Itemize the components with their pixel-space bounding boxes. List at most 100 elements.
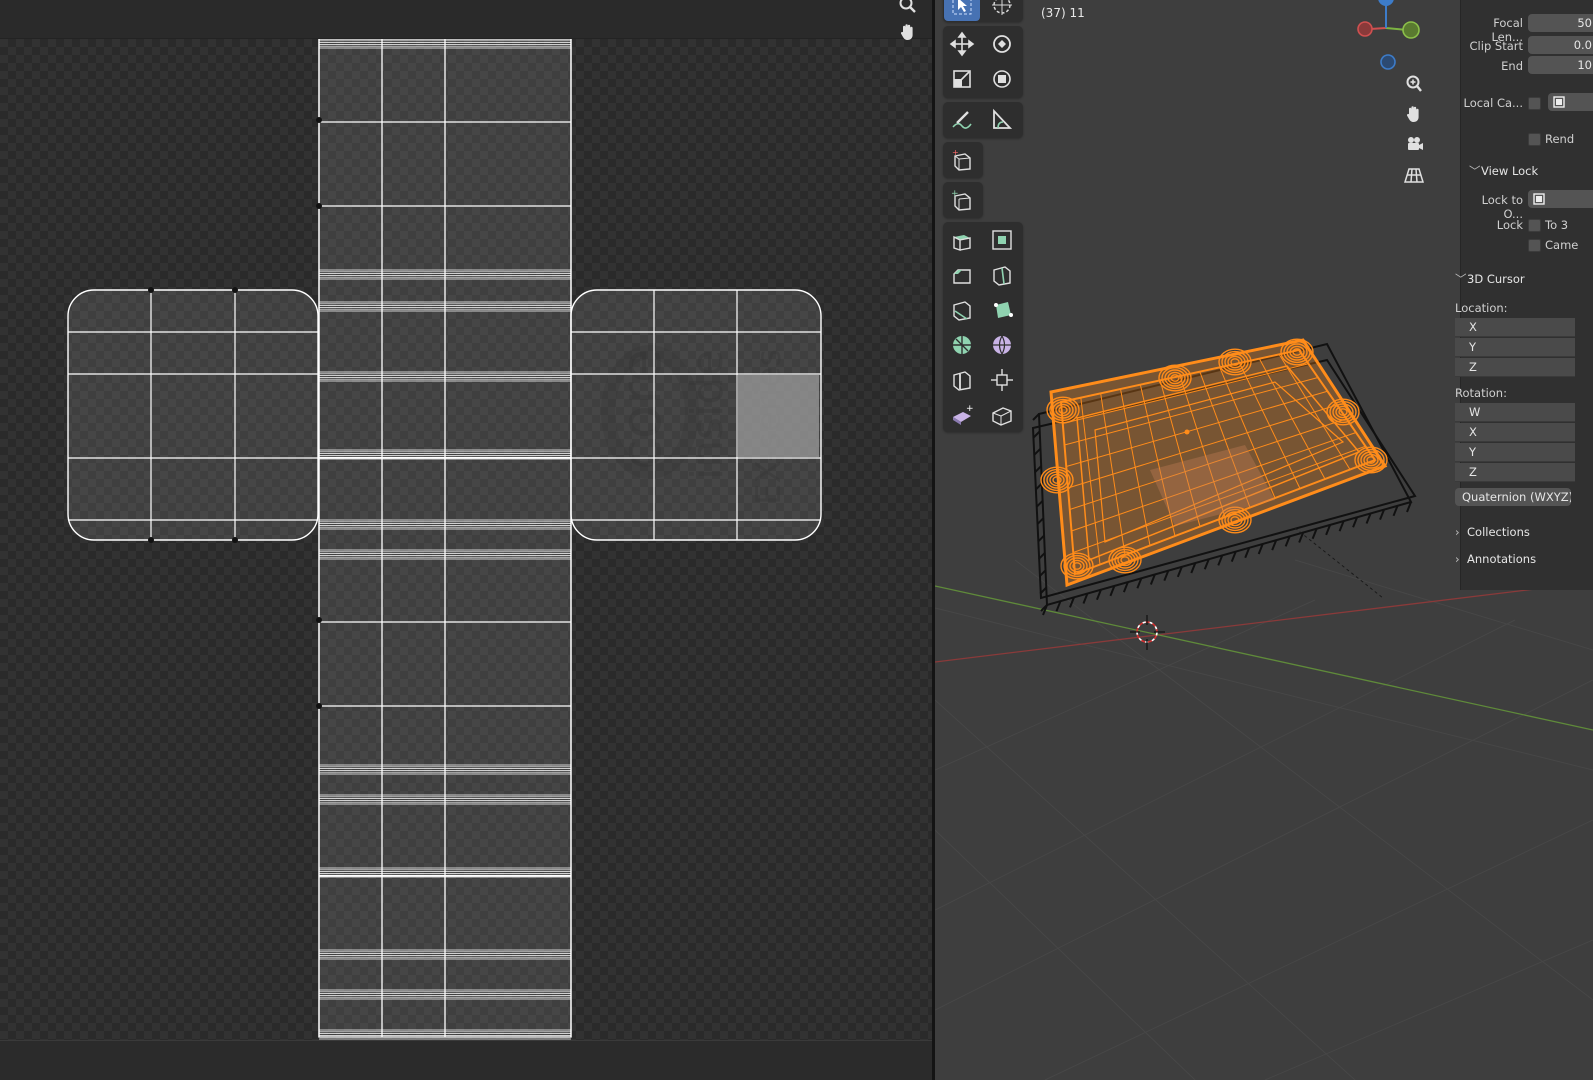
- smooth-tool[interactable]: [984, 328, 1020, 361]
- cursor-location-z[interactable]: Z: [1455, 358, 1575, 377]
- move-tool[interactable]: [944, 27, 980, 60]
- loop-cut-icon: [993, 265, 1011, 286]
- move-icon: [949, 31, 975, 56]
- rip-region-icon: [992, 406, 1012, 426]
- clip-start-label: Clip Start: [1469, 39, 1523, 53]
- spin-icon: [953, 335, 971, 354]
- select-box-tool[interactable]: [944, 0, 980, 21]
- knife-icon: [953, 300, 971, 321]
- uv-canvas[interactable]: core inside EX-series: [0, 39, 932, 1040]
- y-axis-line: [935, 585, 1593, 731]
- add-cube-icon: +: [952, 148, 971, 171]
- rotation-mode-dropdown[interactable]: Quaternion (WXYZ): [1455, 488, 1571, 506]
- clip-start-field[interactable]: 0.0: [1528, 36, 1593, 54]
- lock-to-object-label: Lock to O...: [1481, 193, 1523, 221]
- uv-editor-header: [0, 0, 932, 39]
- camera-object-icon: [1553, 96, 1565, 108]
- transform-tool[interactable]: [984, 62, 1020, 95]
- perspective-grid-icon[interactable]: [1401, 162, 1427, 188]
- camera-to-view-label: Came: [1545, 238, 1579, 252]
- collections-header[interactable]: › Collections: [1455, 525, 1530, 539]
- measure-icon: [993, 108, 1013, 129]
- shear-tool[interactable]: +: [944, 398, 980, 431]
- lock-to-object-picker[interactable]: [1528, 190, 1593, 208]
- inset-tool[interactable]: [984, 223, 1020, 256]
- select-box-icon: [952, 0, 972, 14]
- edge-slide-tool[interactable]: [944, 363, 980, 396]
- clip-end-label: End: [1501, 59, 1523, 73]
- lock-to-3d-cursor-label: To 3: [1545, 218, 1569, 232]
- cursor-rotation-y[interactable]: Y: [1455, 443, 1575, 462]
- annotations-header[interactable]: › Annotations: [1455, 552, 1536, 566]
- rip-region-tool[interactable]: [984, 398, 1020, 431]
- shrink-fatten-tool[interactable]: [984, 363, 1020, 396]
- selected-uv-face: [736, 375, 819, 457]
- smooth-icon: [993, 335, 1011, 354]
- cursor-rotation-x[interactable]: X: [1455, 423, 1575, 442]
- extrude-tool[interactable]: [944, 223, 980, 256]
- add-primitive-tool[interactable]: +: [944, 183, 980, 216]
- uv-map[interactable]: core inside EX-series: [0, 39, 932, 1040]
- spin-tool[interactable]: [944, 328, 980, 361]
- pan-hand-icon[interactable]: [1401, 101, 1427, 127]
- edge-slide-icon: [953, 370, 971, 391]
- camera-to-view-checkbox[interactable]: [1528, 239, 1541, 252]
- local-camera-picker[interactable]: [1548, 93, 1593, 111]
- bevel-tool[interactable]: [944, 258, 980, 291]
- transform-icon: [993, 69, 1011, 88]
- svg-text:+: +: [952, 148, 959, 157]
- focal-length-field[interactable]: 50: [1528, 14, 1593, 32]
- annotate-tool[interactable]: [944, 103, 980, 136]
- location-label: Location:: [1455, 301, 1508, 315]
- rotate-tool[interactable]: [984, 27, 1020, 60]
- cursor-rotation-w[interactable]: W: [1455, 403, 1575, 422]
- scale-tool[interactable]: [944, 62, 980, 95]
- cursor-rotation-z[interactable]: Z: [1455, 463, 1575, 482]
- poly-build-icon: [994, 301, 1013, 318]
- object-origin: [1184, 429, 1190, 435]
- lock-label: Lock: [1496, 218, 1523, 232]
- pan-hand-icon[interactable]: [895, 19, 921, 45]
- uv-islands: [67, 39, 822, 1040]
- zoom-icon[interactable]: [1401, 71, 1427, 97]
- loop-cut-tool[interactable]: [984, 258, 1020, 291]
- chevron-down-icon: ﹀: [1455, 272, 1467, 286]
- x-axis-line: [935, 581, 1593, 663]
- relationship-line: [1294, 527, 1384, 599]
- chevron-right-icon: ›: [1455, 525, 1460, 539]
- local-camera-checkbox[interactable]: [1528, 97, 1541, 110]
- clip-end-field[interactable]: 10: [1528, 56, 1593, 74]
- cursor-location-y[interactable]: Y: [1455, 338, 1575, 357]
- measure-tool[interactable]: [984, 103, 1020, 136]
- object-icon: [1533, 193, 1545, 205]
- render-region-checkbox[interactable]: [1528, 133, 1541, 146]
- sidebar-n-panel: Focal Len... 50 Clip Start 0.0 End 10 Lo…: [1455, 0, 1593, 590]
- view-lock-header[interactable]: ﹀View Lock: [1469, 163, 1538, 179]
- chevron-down-icon: ﹀: [1469, 164, 1481, 178]
- floor-grid: [935, 559, 1593, 1080]
- 3d-cursor-header[interactable]: ﹀3D Cursor: [1455, 271, 1525, 287]
- uv-editor-footer: [0, 1040, 932, 1080]
- bevel-icon: [953, 268, 971, 284]
- camera-icon[interactable]: [1401, 131, 1427, 157]
- frame-info: (37) 11: [1041, 6, 1085, 20]
- chevron-right-icon: ›: [1455, 552, 1460, 566]
- cursor-location-x[interactable]: X: [1455, 318, 1575, 337]
- extrude-icon: [953, 234, 971, 251]
- add-primitive-icon: +: [951, 189, 971, 211]
- navigation-gizmo[interactable]: [1357, 0, 1420, 70]
- inset-icon: [992, 229, 1012, 250]
- cursor-icon: [992, 0, 1012, 15]
- scale-icon: [953, 69, 971, 88]
- annotate-icon: [952, 110, 972, 129]
- uv-editor[interactable]: core inside EX-series: [0, 0, 932, 1080]
- cursor-tool[interactable]: [984, 0, 1020, 21]
- render-region-label: Rend: [1545, 132, 1575, 146]
- shear-icon: +: [953, 404, 974, 425]
- svg-text:+: +: [951, 189, 959, 199]
- knife-tool[interactable]: [944, 293, 980, 326]
- lock-to-3d-cursor-checkbox[interactable]: [1528, 219, 1541, 232]
- svg-text:+: +: [966, 404, 974, 414]
- poly-build-tool[interactable]: [984, 293, 1020, 326]
- add-cube-tool[interactable]: +: [944, 143, 980, 176]
